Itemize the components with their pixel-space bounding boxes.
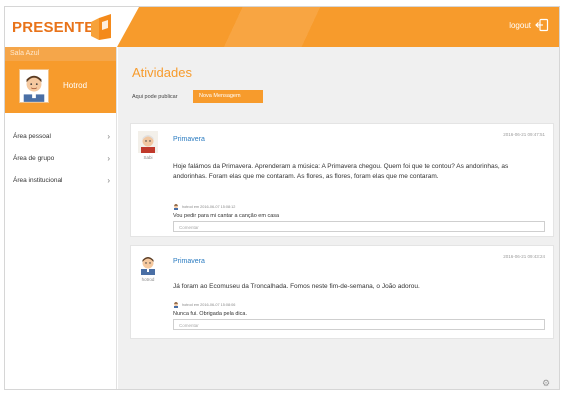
post-card: hotrod Primavera 2016-06-21 09:43:24 Já … — [130, 245, 554, 339]
sidebar-item-label: Área de grupo — [13, 154, 55, 162]
page-title: Atividades — [132, 65, 192, 80]
sidebar-item-area-institucional[interactable]: Área institucional › — [5, 169, 116, 191]
comment-text: Vou pedir para mi cantar a canção em cas… — [173, 213, 280, 219]
comment-input[interactable]: Comentar — [173, 319, 545, 330]
comment-avatar-icon — [173, 203, 179, 210]
comment-meta-text: hotrod em 2016-06-07 15:08:12 — [182, 204, 236, 209]
sidebar: Sala Azul Hotrod Área pessoal › Área de … — [5, 47, 117, 389]
room-label: Sala Azul — [5, 47, 116, 61]
post-topic-link[interactable]: Primavera — [173, 136, 205, 143]
post-body: Já foram ao Ecomuseu da Troncalhada. Fom… — [173, 283, 420, 290]
logo-text: PRESENTE — [12, 19, 95, 36]
comment-meta: hotrod em 2016-06-07 15:08:06 — [173, 301, 545, 308]
post-body: Hoje falámos da Primavera. Aprenderam a … — [173, 163, 509, 180]
avatar — [19, 69, 49, 103]
profile-card[interactable]: Hotrod — [5, 61, 116, 113]
app-frame: PRESENTE logout Sala Azul Hotrod Área pe… — [4, 6, 560, 390]
chevron-right-icon: › — [107, 153, 110, 163]
post-author: hotrod — [141, 277, 155, 282]
post-topic-link[interactable]: Primavera — [173, 258, 205, 265]
sidebar-item-area-pessoal[interactable]: Área pessoal › — [5, 125, 116, 147]
logout-button[interactable]: logout — [509, 18, 549, 32]
comment: hotrod em 2016-06-07 15:08:06 Nunca fui.… — [173, 301, 545, 330]
header-decoration — [165, 7, 405, 47]
sidebar-item-label: Área institucional — [13, 176, 63, 184]
logo-slant — [117, 7, 139, 47]
comment-meta: hotrod em 2016-06-07 15:08:12 — [173, 203, 545, 210]
logo-mark-icon — [91, 14, 111, 40]
chevron-right-icon: › — [107, 175, 110, 185]
logout-label: logout — [509, 20, 531, 30]
author-avatar — [138, 253, 158, 275]
filter-label: Aqui pode publicar — [132, 94, 178, 100]
sidebar-item-area-de-grupo[interactable]: Área de grupo › — [5, 147, 116, 169]
comment-input[interactable]: Comentar — [173, 221, 545, 232]
comment: hotrod em 2016-06-07 15:08:12 Vou pedir … — [173, 203, 545, 232]
new-message-button[interactable]: Nova Mensagem — [193, 90, 263, 103]
post-author: Sabi — [143, 155, 153, 160]
sidebar-item-label: Área pessoal — [13, 132, 51, 140]
logout-icon — [535, 18, 549, 32]
comment-avatar-icon — [173, 301, 179, 308]
sidebar-nav: Área pessoal › Área de grupo › Área inst… — [5, 125, 116, 191]
comment-text: Nunca fui. Obrigada pela dica. — [173, 311, 247, 317]
post-date: 2016-06-21 09:47:51 — [503, 132, 545, 137]
comment-meta-text: hotrod em 2016-06-07 15:08:06 — [182, 302, 236, 307]
post-card: Sabi Primavera 2016-06-21 09:47:51 Hoje … — [130, 123, 554, 237]
chevron-right-icon: › — [107, 131, 110, 141]
logo[interactable]: PRESENTE — [5, 7, 117, 47]
header: PRESENTE logout — [5, 7, 559, 47]
gear-icon[interactable]: ⚙ — [542, 378, 552, 388]
author-avatar — [138, 131, 158, 153]
post-date: 2016-06-21 09:43:24 — [503, 254, 545, 259]
profile-name: Hotrod — [63, 81, 88, 90]
main-content: Atividades Aqui pode publicar Nova Mensa… — [118, 47, 559, 389]
